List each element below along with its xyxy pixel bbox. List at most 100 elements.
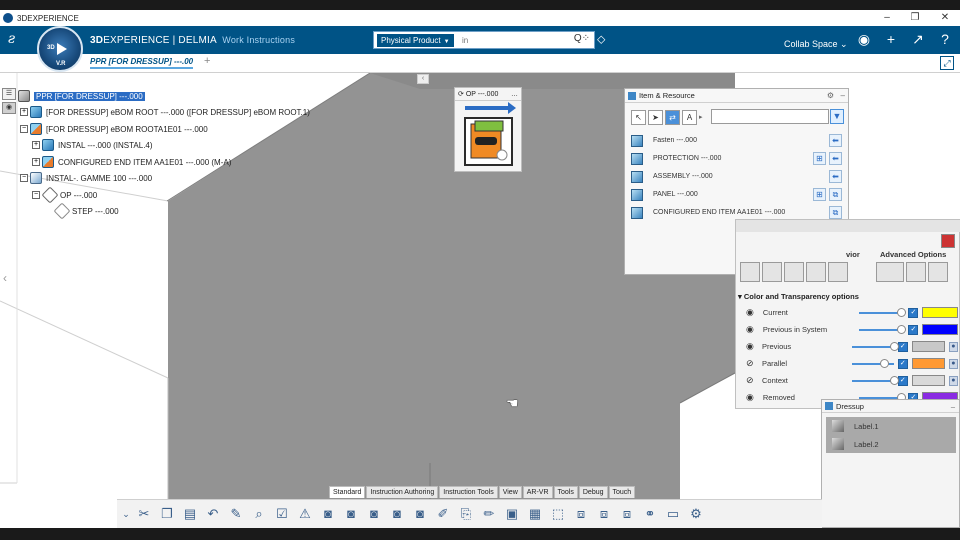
box-icon[interactable]: ▣ [502,504,522,524]
tree-node[interactable]: − INSTAL-. GAMME 100 ---.000 [20,170,152,186]
transparency-slider[interactable] [858,307,906,317]
chevron-left-icon[interactable]: ‹ [3,271,7,285]
cut-icon[interactable]: ✂ [134,504,154,524]
preview-icon[interactable]: ⌕ [249,504,269,524]
measure-icon[interactable]: ✐ [433,504,453,524]
tab-behavior[interactable]: vior [846,250,860,259]
structure-icon[interactable]: ⊞ [813,152,826,165]
fullscreen-icon[interactable]: ⤢ [940,56,954,70]
list-item[interactable]: PANEL ---.000 ⊞ ⧉ [631,186,845,203]
minimize-panel-button[interactable]: – [951,400,955,413]
gear-icon[interactable]: ⚙ [827,89,834,103]
search-box[interactable]: Physical Product▼ Q⁘ [373,31,595,49]
search-category-dropdown[interactable]: Physical Product ▼ [377,34,454,47]
slider-knob[interactable] [890,375,900,385]
help-icon[interactable]: ? [936,31,954,47]
tab-standard[interactable]: Standard [329,486,366,498]
robot-icon[interactable]: ⚙ [686,504,706,524]
enable-checkbox[interactable]: ✓ [898,341,908,352]
tree-node[interactable]: − [FOR DRESSUP] eBOM ROOTA1E01 ---.000 [20,121,208,137]
tag-icon[interactable]: ⬦ [597,32,605,47]
camera-icon[interactable]: ◙ [318,504,338,524]
undo-icon[interactable]: ↶ [203,504,223,524]
tree-node[interactable]: − OP ---.000 [32,186,97,204]
color-swatch[interactable] [911,358,945,369]
eye-slash-icon[interactable]: ⊘ [746,358,757,369]
transparency-slider[interactable] [852,358,895,368]
filter-icon[interactable]: ▼ [830,109,844,124]
camera-icon[interactable]: ◙ [364,504,384,524]
copy-icon[interactable]: ❐ [157,504,177,524]
warning-icon[interactable]: ⚠ [295,504,315,524]
slider-knob[interactable] [896,307,906,317]
ds-logo-icon[interactable]: ƨ [8,31,15,47]
camera-icon[interactable]: ◙ [341,504,361,524]
color-swatch[interactable] [922,324,958,335]
tree-node[interactable]: + [FOR DRESSUP] eBOM ROOT ---.000 ([FOR … [20,104,310,120]
eye-icon[interactable]: ◉ [746,341,757,352]
eye-icon[interactable]: ◉ [746,324,758,335]
color-swatch[interactable] [922,307,958,318]
3d-viewport[interactable]: ‹ ‹ ☰ ◉ PPR [FOR DRESSUP] ---.000 + [FOR… [0,73,960,528]
tree-node[interactable]: + INSTAL ---.000 (INSTAL.4) [32,137,153,153]
list-item[interactable]: ASSEMBLY ---.000 ⬅ [631,168,845,185]
slider-knob[interactable] [896,324,906,334]
assign-icon[interactable]: ⧉ [829,206,842,219]
collapse-icon[interactable]: − [32,191,40,199]
structure-icon[interactable]: ⊞ [813,188,826,201]
assembly-icon[interactable]: ⧈ [571,504,591,524]
slider-knob[interactable] [890,341,900,351]
check-icon[interactable]: ☑ [272,504,292,524]
paste-icon[interactable]: ▤ [180,504,200,524]
user-icon[interactable]: ● [948,341,958,352]
expand-icon[interactable]: + [20,108,28,116]
maximize-button[interactable]: ❐ [900,10,930,26]
tab-touch[interactable]: Touch [608,486,636,498]
eye-icon[interactable]: ◉ [746,392,758,403]
eye-icon[interactable]: ◉ [746,307,758,318]
advanced-options-panel[interactable]: vior Advanced Options ▾ Color and Transp… [735,219,960,409]
link-icon[interactable]: ⚭ [640,504,660,524]
user-icon[interactable]: ◉ [855,31,873,48]
pointer-icon[interactable]: ➤ [648,109,663,125]
share-icon[interactable]: ↗ [909,31,927,48]
hide-icon[interactable] [906,262,926,282]
frame-icon[interactable]: ▭ [663,504,683,524]
chevron-down-icon[interactable]: ⌄ [121,504,131,524]
transparency-slider[interactable] [858,324,906,334]
tab-view[interactable]: View [498,486,522,498]
tab-debug[interactable]: Debug [578,486,608,498]
list-item[interactable]: PROTECTION ---.000 ⊞ ⬅ [631,150,845,167]
sequence-icon[interactable]: ▦ [525,504,545,524]
enable-checkbox[interactable]: ✓ [898,358,908,369]
option-icon[interactable] [806,262,826,282]
close-button[interactable]: ✕ [930,10,960,26]
text-filter-icon[interactable]: A [682,109,697,125]
assign-icon[interactable]: ⇄ [665,109,680,125]
unassign-arrow-icon[interactable]: ⬅ [829,134,842,147]
operation-thumbnail[interactable] [464,117,513,166]
tab-instruction-authoring[interactable]: Instruction Authoring [366,486,439,498]
option-icon[interactable] [828,262,848,282]
collapse-tree-button[interactable]: ‹ [417,74,429,84]
expand-icon[interactable]: + [32,158,40,166]
chevron-right-icon[interactable]: ▸ [699,113,703,121]
tree-node[interactable]: + CONFIGURED END ITEM AA1E01 ---.000 (M-… [32,154,231,170]
user-icon[interactable]: ● [948,358,958,369]
camera-icon[interactable]: ◙ [387,504,407,524]
cube-icon[interactable]: ⬚ [548,504,568,524]
search-input[interactable] [462,34,562,47]
option-icon[interactable] [784,262,804,282]
compass-widget[interactable]: 3D V.R [37,26,83,72]
plus-icon[interactable]: + [882,31,900,47]
pencil-icon[interactable]: ✏ [479,504,499,524]
more-icon[interactable]: … [511,88,518,101]
search-icon[interactable]: Q⁘ [574,33,590,44]
option-icon[interactable] [762,262,782,282]
camera-delete-icon[interactable]: ◙ [410,504,430,524]
collab-space-selector[interactable]: Collab Space ⌄ [784,39,848,50]
user-icon[interactable]: ● [948,375,958,386]
tab-ar-vr[interactable]: AR-VR [522,486,553,498]
color-swatch[interactable] [911,341,945,352]
transparency-slider[interactable] [852,375,900,385]
